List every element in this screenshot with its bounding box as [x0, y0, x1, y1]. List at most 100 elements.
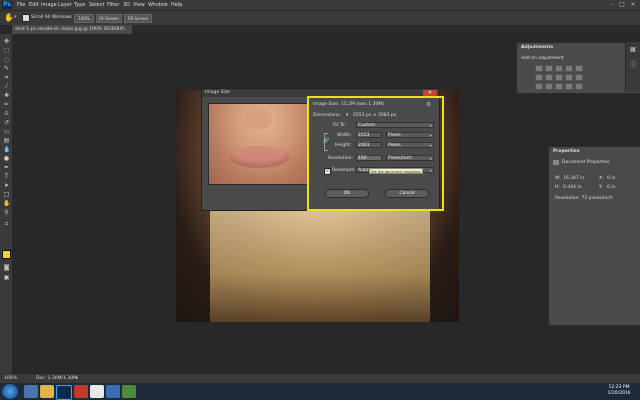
maximize-button[interactable]: □ — [618, 1, 626, 8]
hue-saturation-icon[interactable] — [535, 74, 543, 81]
chrome-icon[interactable] — [90, 385, 104, 398]
eraser-tool-icon[interactable]: ▭ — [3, 128, 10, 135]
menu-file[interactable]: File — [17, 2, 25, 8]
fit-to-select[interactable]: Custom ▾ — [356, 122, 434, 128]
levels-icon[interactable] — [545, 65, 553, 72]
rectangle-tool-icon[interactable]: □ — [3, 191, 10, 198]
history-icon[interactable]: ▦ — [630, 46, 636, 53]
zoom-100-button[interactable]: 100% — [74, 14, 94, 23]
menu-3d[interactable]: 3D — [123, 2, 130, 8]
gradient-map-icon[interactable] — [565, 83, 573, 90]
menu-window[interactable]: Window — [148, 2, 168, 8]
screen-mode-icon[interactable]: ▣ — [3, 274, 10, 281]
history-brush-tool-icon[interactable]: ↺ — [3, 119, 10, 126]
resolution-unit-select[interactable]: Pixels/Inch ▾ — [386, 155, 434, 161]
preview-nose — [244, 108, 272, 130]
photoshop-taskbar-icon[interactable] — [56, 385, 72, 400]
resolution-info: Resolution: 72 pixels/inch — [555, 196, 613, 201]
tool-preset-chevron-icon[interactable]: ▾ — [14, 14, 17, 20]
quick-select-tool-icon[interactable]: ✎ — [3, 65, 10, 72]
explorer-icon[interactable] — [40, 385, 54, 398]
gradient-tool-icon[interactable]: ▤ — [3, 137, 10, 144]
marquee-tool-icon[interactable]: ⬚ — [3, 47, 10, 54]
cancel-button[interactable]: Cancel — [385, 189, 429, 198]
minimize-button[interactable]: – — [608, 1, 616, 8]
h-label: H: — [555, 185, 560, 190]
link-icon[interactable]: 🔗 — [323, 138, 329, 144]
h-value[interactable]: 0.444 in — [563, 185, 581, 190]
properties-title[interactable]: Properties — [553, 149, 580, 154]
ie-icon[interactable] — [24, 385, 38, 398]
type-tool-icon[interactable]: T — [3, 173, 10, 180]
adjustments-title[interactable]: Adjustments — [521, 45, 553, 50]
posterize-icon[interactable] — [545, 83, 553, 90]
height-unit-select[interactable]: Pixels ▾ — [386, 142, 434, 148]
gear-icon[interactable]: ⚙ — [426, 101, 431, 108]
preview-lips — [229, 146, 289, 168]
fill-screen-button[interactable]: Fill Screen — [124, 14, 152, 23]
crop-tool-icon[interactable]: ⌗ — [3, 74, 10, 81]
brush-tool-icon[interactable]: ✏ — [3, 101, 10, 108]
black-white-icon[interactable] — [555, 74, 563, 81]
menu-view[interactable]: View — [133, 2, 145, 8]
resolution-input[interactable]: 150 — [356, 155, 382, 161]
eyedropper-tool-icon[interactable]: ⁄ — [3, 83, 10, 90]
scroll-all-checkbox[interactable] — [22, 14, 30, 22]
menu-layer[interactable]: Layer — [58, 2, 72, 8]
brightness-icon[interactable] — [535, 65, 543, 72]
invert-icon[interactable] — [535, 83, 543, 90]
exposure-icon[interactable] — [565, 65, 573, 72]
y-value[interactable]: 0 in — [607, 185, 615, 190]
tools-panel: ✥ ⬚ ◌ ✎ ⌗ ⁄ ✚ ✏ ♙ ↺ ▭ ▤ 💧 ● ✒ T ➤ □ ✋ ⚲ … — [0, 34, 13, 374]
curves-icon[interactable] — [555, 65, 563, 72]
resample-checkbox[interactable]: ✓ — [324, 168, 331, 175]
pen-tool-icon[interactable]: ✒ — [3, 164, 10, 171]
quick-mask-icon[interactable]: ◙ — [3, 264, 10, 271]
width-input[interactable]: 2553 — [356, 132, 382, 138]
menu-help[interactable]: Help — [171, 2, 182, 8]
ok-button[interactable]: OK — [325, 189, 369, 198]
dodge-tool-icon[interactable]: ● — [3, 155, 10, 162]
w-value[interactable]: 16.347 in — [563, 176, 584, 181]
default-colors-icon[interactable]: ▫ — [3, 220, 10, 227]
threshold-icon[interactable] — [555, 83, 563, 90]
menu-filter[interactable]: Filter — [107, 2, 119, 8]
close-button[interactable]: ✕ — [629, 1, 637, 8]
zoom-tool-icon[interactable]: ⚲ — [3, 209, 10, 216]
menu-image[interactable]: Image — [41, 2, 57, 8]
height-input[interactable]: 2083 — [356, 142, 382, 148]
path-select-tool-icon[interactable]: ➤ — [3, 182, 10, 189]
word-icon[interactable] — [106, 385, 120, 398]
status-zoom[interactable]: 100% — [4, 376, 17, 381]
foreground-color-swatch[interactable] — [2, 250, 11, 259]
menu-type[interactable]: Type — [74, 2, 85, 8]
x-value[interactable]: 0 in — [607, 176, 615, 181]
dimensions-chevron-icon[interactable]: ▾ — [346, 113, 348, 118]
move-tool-icon[interactable]: ✥ — [3, 38, 10, 45]
clone-stamp-tool-icon[interactable]: ♙ — [3, 110, 10, 117]
menu-edit[interactable]: Edit — [29, 2, 39, 8]
fit-screen-button[interactable]: Fit Screen — [96, 14, 122, 23]
color-balance-icon[interactable] — [545, 74, 553, 81]
taskbar-clock[interactable]: 12:23 PM 1/20/2016 — [600, 385, 638, 398]
start-button[interactable] — [2, 384, 18, 399]
width-unit-select[interactable]: Pixels ▾ — [386, 132, 434, 138]
selective-color-icon[interactable] — [575, 83, 583, 90]
preview-image[interactable] — [208, 103, 308, 185]
blur-tool-icon[interactable]: 💧 — [3, 146, 10, 153]
resample-chevron-icon: ▾ — [429, 168, 432, 173]
healing-brush-tool-icon[interactable]: ✚ — [3, 92, 10, 99]
hand-tool-icon[interactable]: ✋ — [4, 13, 14, 22]
dimensions-value: 2553 px × 2083 px — [353, 113, 397, 118]
photo-filter-icon[interactable] — [565, 74, 573, 81]
channel-mixer-icon[interactable] — [575, 74, 583, 81]
menu-select[interactable]: Select — [89, 2, 104, 8]
media-icon[interactable] — [74, 385, 88, 398]
status-arrow-icon[interactable]: ▸ — [76, 376, 78, 381]
info-icon[interactable]: ⓘ — [630, 60, 636, 69]
document-tab[interactable]: shot-1-pc-renate-st.-moos.jpg @ 100% (RG… — [12, 25, 132, 34]
hand-tool-icon[interactable]: ✋ — [3, 200, 10, 207]
app-icon[interactable] — [122, 385, 136, 398]
vibrance-icon[interactable] — [575, 65, 583, 72]
lasso-tool-icon[interactable]: ◌ — [3, 56, 10, 63]
